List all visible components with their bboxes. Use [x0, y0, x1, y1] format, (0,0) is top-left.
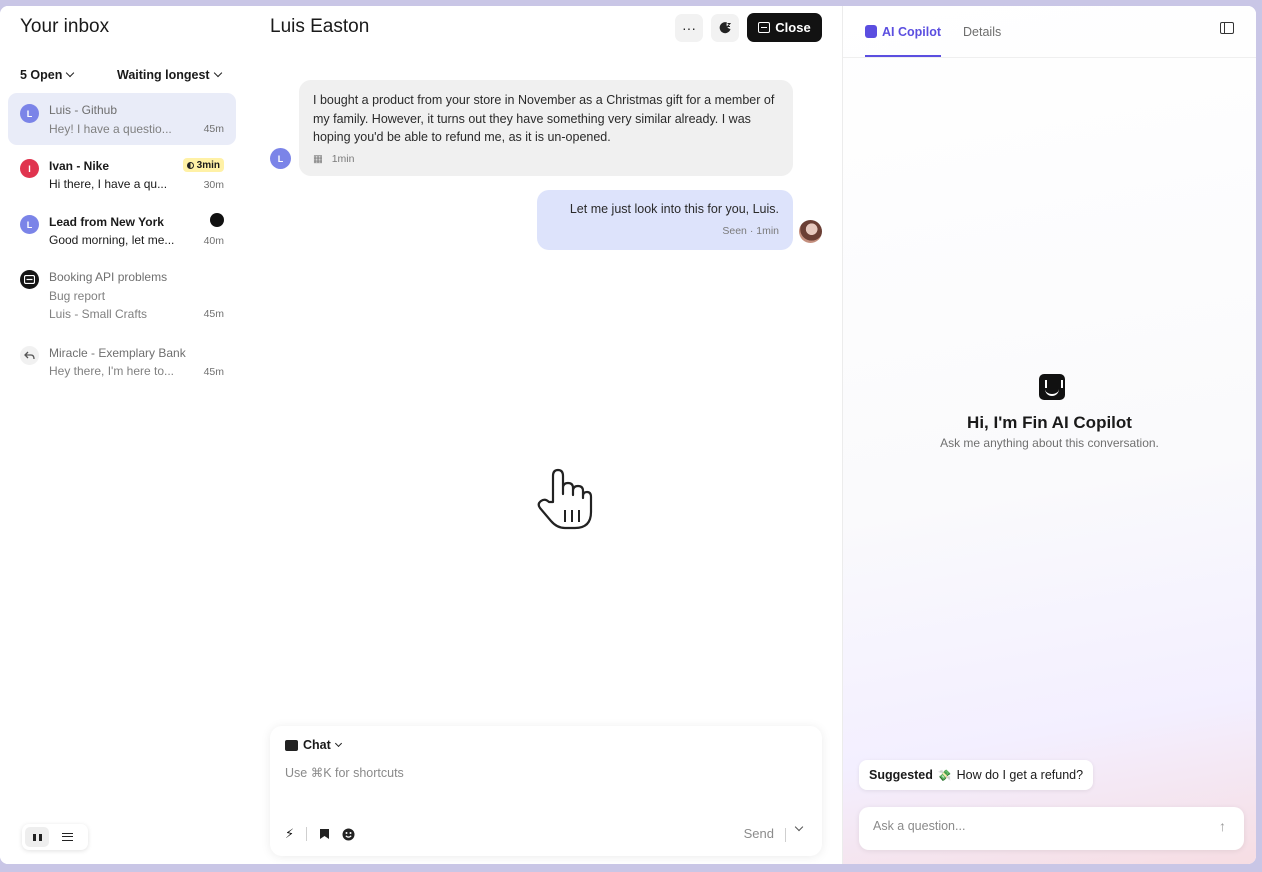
conversation-preview: Hey there, I'm here to... — [49, 364, 175, 378]
avatar: I — [20, 159, 39, 178]
conversation-item-booking-api[interactable]: Booking API problems Bug report Luis - S… — [8, 263, 236, 331]
channel-icon — [210, 213, 224, 227]
conversation-time: 45m — [203, 308, 224, 320]
ticket-icon — [20, 270, 39, 289]
copilot-tabs: AI Copilot Details — [865, 6, 1001, 57]
copilot-icon — [865, 25, 877, 38]
message-composer[interactable]: Chat Use ⌘K for shortcuts ⚡ Send — [270, 726, 822, 856]
suggested-label: Suggested — [869, 768, 933, 782]
divider — [306, 827, 308, 841]
half-clock-icon — [186, 161, 194, 169]
message-time: 1min — [331, 152, 355, 165]
status-filter-label: 5 Open — [20, 68, 63, 82]
message-meta: ▦ 1min — [313, 150, 779, 169]
columns-icon — [32, 833, 42, 841]
inbox-icon — [758, 22, 771, 33]
list-view-button[interactable] — [55, 827, 79, 847]
send-options-chevron-icon[interactable] — [794, 822, 804, 832]
view-toggle — [22, 824, 88, 850]
status-filter-dropdown[interactable]: 5 Open — [20, 68, 75, 82]
close-conversation-button[interactable]: Close — [747, 13, 822, 42]
ask-question-input[interactable] — [873, 819, 1193, 833]
sort-dropdown[interactable]: Waiting longest — [117, 68, 222, 82]
chevron-down-icon — [334, 739, 342, 747]
inbox-filters: 5 Open Waiting longest — [20, 68, 225, 84]
composer-input[interactable]: Use ⌘K for shortcuts — [285, 765, 404, 780]
conversation-name: Luis - Github — [49, 103, 118, 117]
snooze-button[interactable] — [711, 14, 739, 42]
money-icon: 💸 — [937, 769, 952, 782]
chat-icon — [285, 739, 298, 751]
channel-icon: ▦ — [313, 152, 323, 165]
toggle-sidebar-icon[interactable] — [1220, 22, 1234, 34]
composer-toolbar: ⚡ — [285, 826, 355, 842]
hand-cursor-icon — [537, 468, 593, 530]
fin-logo — [1039, 374, 1065, 400]
columns-view-button[interactable] — [25, 827, 49, 847]
tab-label: Details — [963, 24, 1002, 39]
customer-message: I bought a product from your store in No… — [299, 80, 793, 176]
agent-avatar — [799, 220, 822, 243]
conversation-time: 40m — [203, 235, 224, 247]
lightning-icon[interactable]: ⚡ — [285, 826, 294, 842]
avatar: L — [20, 104, 39, 123]
conversation-name: Lead from New York — [49, 215, 164, 229]
submit-arrow-icon[interactable]: ↑ — [1219, 818, 1226, 834]
copilot-title: Hi, I'm Fin AI Copilot — [967, 413, 1132, 432]
conversation-item-luis-github[interactable]: L Luis - Github Hey! I have a questio...… — [8, 93, 236, 145]
conversation-time: 45m — [203, 366, 224, 378]
conversation-title: Luis Easton — [270, 16, 370, 37]
avatar: L — [20, 215, 39, 234]
snooze-icon — [719, 22, 732, 34]
inbox-title: Your inbox — [20, 16, 110, 37]
message-text: I bought a product from your store in No… — [313, 93, 775, 144]
inbox-panel: Your inbox 5 Open Waiting longest L Luis… — [0, 6, 245, 864]
app-window: Your inbox 5 Open Waiting longest L Luis… — [0, 6, 1256, 864]
chevron-down-icon — [213, 68, 222, 78]
suggested-question-chip[interactable]: Suggested 💸 How do I get a refund? — [859, 760, 1094, 790]
conversation-item-ivan-nike[interactable]: I Ivan - Nike 3min Hi there, I have a qu… — [8, 151, 236, 201]
divider — [785, 828, 786, 842]
conversation-preview: Hi there, I have a qu... — [49, 177, 168, 191]
tab-details[interactable]: Details — [963, 6, 1001, 57]
agent-message: Let me just look into this for you, Luis… — [537, 190, 793, 250]
list-icon — [61, 833, 73, 841]
more-icon: ··· — [682, 20, 696, 36]
conversation-detail: Luis - Small Crafts — [49, 307, 148, 321]
copilot-panel: AI Copilot Details Hi, I'm Fin AI Copilo… — [842, 6, 1256, 864]
customer-avatar: L — [270, 148, 291, 169]
conversation-name: Miracle - Exemplary Bank — [49, 346, 186, 360]
sla-time: 3min — [196, 159, 220, 171]
chevron-down-icon — [66, 68, 75, 78]
composer-mode-label: Chat — [303, 738, 331, 752]
tab-label: AI Copilot — [882, 24, 942, 39]
conversation-preview: Good morning, let me... — [49, 233, 175, 247]
tab-ai-copilot[interactable]: AI Copilot — [865, 6, 942, 57]
message-status: Seen · 1min — [722, 224, 779, 237]
conversation-panel: Luis Easton ··· Close L I bought a produ… — [245, 6, 842, 864]
emoji-icon[interactable] — [342, 828, 355, 841]
conversation-preview: Hey! I have a questio... — [49, 122, 172, 136]
conversation-item-miracle-bank[interactable]: Miracle - Exemplary Bank Hey there, I'm … — [8, 339, 236, 389]
reply-icon — [20, 346, 39, 365]
conversation-item-lead-new-york[interactable]: L Lead from New York Good morning, let m… — [8, 207, 236, 257]
composer-mode-dropdown[interactable]: Chat — [285, 738, 342, 752]
ask-question-box: ↑ — [859, 807, 1244, 850]
conversation-preview: Bug report — [49, 289, 106, 303]
suggested-question: How do I get a refund? — [956, 768, 1084, 782]
conversation-time: 30m — [203, 179, 224, 191]
close-label: Close — [775, 20, 811, 35]
tabs-divider — [843, 57, 1256, 58]
sla-badge: 3min — [182, 158, 224, 172]
sort-label: Waiting longest — [117, 68, 210, 82]
conversation-name: Booking API problems — [49, 270, 168, 284]
send-button[interactable]: Send — [744, 826, 774, 841]
conversation-time: 45m — [203, 123, 224, 135]
copilot-subtitle: Ask me anything about this conversation. — [940, 436, 1159, 450]
more-options-button[interactable]: ··· — [675, 14, 703, 42]
conversation-name: Ivan - Nike — [49, 159, 110, 173]
bookmark-icon[interactable] — [319, 828, 330, 840]
message-text: Let me just look into this for you, Luis… — [569, 202, 779, 216]
